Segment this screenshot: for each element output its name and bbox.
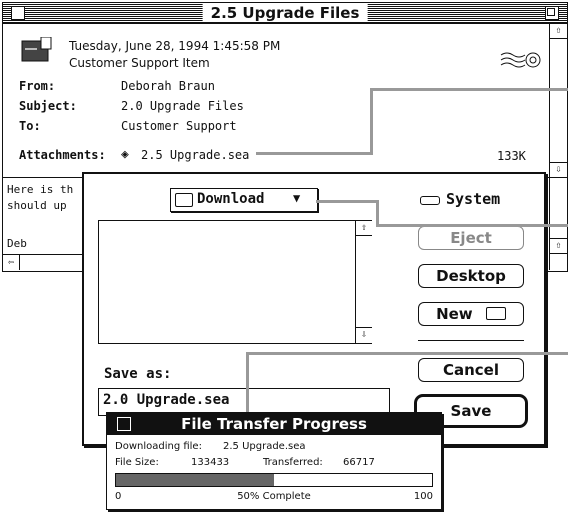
document-icon — [21, 36, 53, 63]
file-size-value: 133433 — [191, 457, 230, 468]
message-date: Tuesday, June 28, 1994 1:45:58 PM — [69, 39, 281, 53]
subject-value: 2.0 Upgrade Files — [121, 99, 244, 113]
progress-bar-fill — [116, 474, 274, 486]
callout-line — [376, 224, 568, 227]
body-text-line-2: should up — [7, 199, 67, 212]
scroll-left-arrow-icon[interactable]: ⇦ — [3, 255, 20, 270]
callout-line — [370, 88, 373, 155]
cancel-button[interactable]: Cancel — [418, 358, 524, 382]
to-value: Customer Support — [121, 119, 237, 133]
mail-window-title: 2.5 Upgrade Files — [202, 4, 368, 22]
desktop-button-label: Desktop — [436, 267, 506, 285]
save-as-value: 2.0 Upgrade.sea — [103, 392, 230, 408]
close-box-icon[interactable] — [11, 6, 25, 20]
callout-line — [316, 200, 378, 203]
save-as-label: Save as: — [104, 366, 172, 382]
callout-line — [256, 152, 372, 155]
zoom-box-icon[interactable] — [545, 6, 559, 20]
transferred-value: 66717 — [343, 457, 375, 468]
folder-icon — [485, 307, 506, 320]
save-file-dialog: Download ▼ System ⇧ ⇩ Eject Desktop New … — [82, 172, 546, 446]
to-label: To: — [19, 119, 41, 133]
body-text-line-3: Deb — [7, 237, 27, 250]
folder-popup-label: Download — [197, 191, 265, 207]
callout-line — [376, 200, 379, 226]
scroll-up-arrow-icon[interactable]: ⇧ — [550, 24, 567, 39]
file-size-label: File Size: — [115, 457, 159, 468]
subject-label: Subject: — [19, 99, 77, 113]
scroll-up-arrow-icon[interactable]: ⇧ — [356, 221, 372, 236]
callout-line — [246, 352, 568, 355]
scroll-up-arrow-icon[interactable]: ⇧ — [550, 238, 567, 254]
body-text-line-1: Here is th — [7, 183, 74, 196]
attachment-name[interactable]: 2.5 Upgrade.sea — [141, 148, 249, 162]
mail-window-titlebar[interactable]: 2.5 Upgrade Files — [3, 3, 567, 24]
cancel-button-label: Cancel — [442, 361, 499, 379]
new-folder-button[interactable]: New — [418, 302, 524, 326]
progress-status-text: 50% Complete — [237, 491, 311, 502]
postmark-stamp-icon — [499, 49, 541, 71]
attachment-icon[interactable]: ◈ — [121, 147, 129, 162]
file-transfer-progress-window: File Transfer Progress Downloading file:… — [106, 412, 442, 510]
transferred-label: Transferred: — [263, 457, 323, 468]
folder-icon — [175, 193, 193, 207]
callout-line — [370, 88, 568, 91]
attachments-label: Attachments: — [19, 148, 106, 162]
folder-popup-menu[interactable]: Download ▼ — [170, 188, 318, 212]
scroll-down-arrow-icon[interactable]: ⇩ — [550, 162, 567, 178]
scroll-down-arrow-icon[interactable]: ⇩ — [356, 327, 372, 342]
file-list-scrollbar[interactable]: ⇧ ⇩ — [355, 221, 372, 343]
disk-name: System — [446, 190, 501, 208]
desktop-button[interactable]: Desktop — [418, 264, 524, 288]
from-value: Deborah Braun — [121, 79, 215, 93]
eject-button[interactable]: Eject — [418, 226, 524, 250]
downloading-value: 2.5 Upgrade.sea — [223, 441, 306, 452]
new-folder-button-label: New — [436, 305, 473, 323]
progress-window-title: File Transfer Progress — [181, 415, 367, 433]
save-button-label: Save — [450, 402, 492, 420]
callout-line — [246, 352, 249, 418]
disk-icon — [420, 196, 440, 205]
from-label: From: — [19, 79, 56, 93]
attachment-size: 133K — [497, 149, 526, 163]
progress-bar — [115, 473, 433, 487]
progress-titlebar[interactable]: File Transfer Progress — [107, 413, 441, 435]
mail-scrollbar[interactable]: ⇧ ⇩ ⇧ — [549, 24, 567, 270]
button-divider — [418, 340, 524, 341]
message-item-type: Customer Support Item — [69, 56, 210, 70]
chevron-down-icon: ▼ — [293, 191, 301, 205]
file-list[interactable]: ⇧ ⇩ — [98, 220, 372, 344]
progress-max-label: 100 — [413, 491, 433, 502]
downloading-label: Downloading file: — [115, 441, 202, 452]
eject-button-label: Eject — [450, 229, 492, 247]
